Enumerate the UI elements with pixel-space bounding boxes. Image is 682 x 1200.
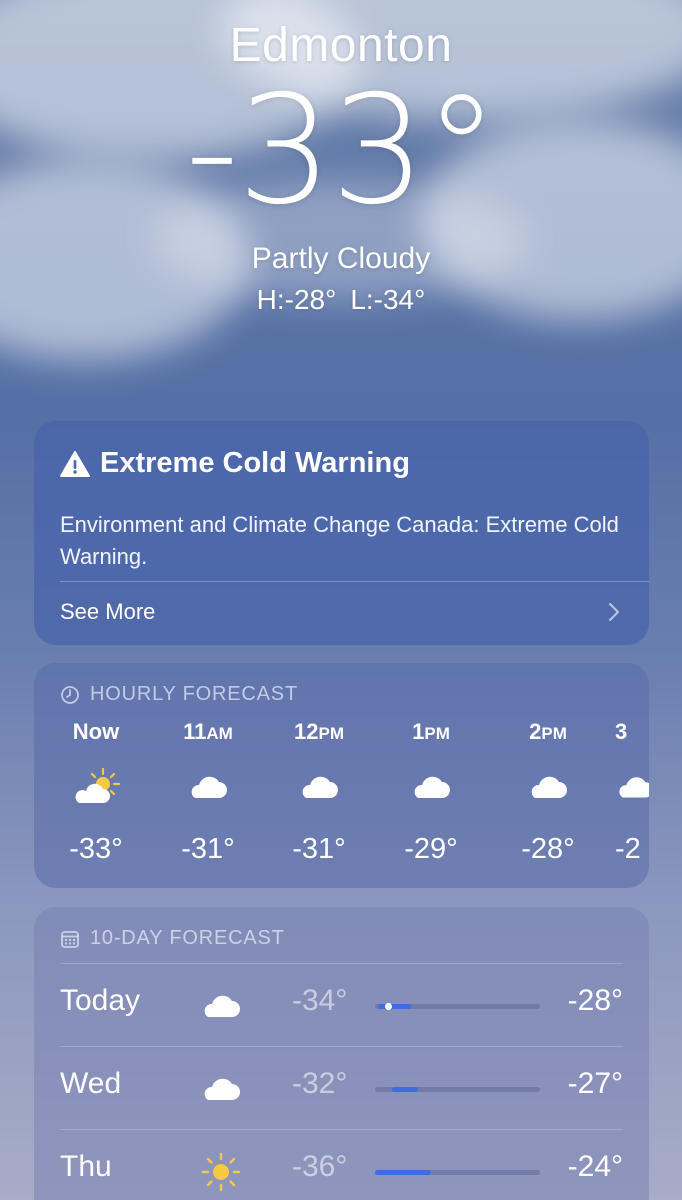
day-high-temp: -28° [567,984,623,1017]
hour-label: 3 [615,719,628,744]
chevron-right-icon [608,602,620,622]
hour-label: Now [72,719,120,744]
hour-label: 11AM [183,719,233,744]
cloud-icon [191,776,227,798]
cloud-icon [204,995,240,1017]
day-row-thu[interactable]: Thu -36° -24° [60,1130,623,1200]
hour-temp: -2 [615,833,641,865]
alert-body: Environment and Climate Change Canada: E… [60,512,619,569]
temperature-range-fill [391,1087,418,1092]
warning-triangle-icon [60,450,90,477]
day-low-temp: -32° [292,1067,348,1100]
hourly-forecast-header: HOURLY FORECAST [60,683,298,706]
partly-cloudy-icon [75,767,121,803]
alert-title: Extreme Cold Warning [100,447,410,479]
day-high-temp: -27° [567,1067,623,1100]
hour-temp: -29° [404,833,458,865]
day-name: Wed [60,1067,122,1100]
weather-alert-card[interactable]: Extreme Cold Warning Environment and Cli… [34,421,649,645]
hour-item: 1PM -29° [386,719,476,866]
ten-day-forecast-title: 10-DAY FORECAST [90,927,285,949]
hour-label: 12PM [294,719,344,744]
day-low-temp: -36° [292,1150,348,1183]
cloud-icon [531,776,567,798]
temperature-range-bar [375,1170,540,1175]
alert-title-row: Extreme Cold Warning [60,447,410,480]
day-name: Thu [60,1150,112,1183]
temperature-range-fill [375,1170,432,1175]
hourly-forecast-card[interactable]: HOURLY FORECAST Now -33° 11AM -31° 12PM [34,663,649,888]
ten-day-forecast-card[interactable]: 10-DAY FORECAST Today -34° -28° Wed -32°… [34,907,649,1200]
calendar-icon [61,930,79,948]
hour-temp: -33° [69,833,123,865]
hour-item: 12PM -31° [274,719,364,866]
cloud-icon [204,1078,240,1100]
cloud-icon [619,777,649,798]
high-temp: H:-28° [256,284,337,315]
temperature-range-bar [375,1087,540,1092]
low-temp: L:-34° [350,284,426,315]
day-row-wed[interactable]: Wed -32° -27° [60,1047,623,1129]
ten-day-forecast-header: 10-DAY FORECAST [60,927,285,950]
cloud-icon [302,776,338,798]
hour-item-now: Now -33° [51,719,141,866]
hourly-forecast-title: HOURLY FORECAST [90,683,298,705]
temperature-range-bar [375,1003,540,1010]
day-high-temp: -24° [567,1150,623,1183]
clock-icon [61,685,79,704]
hour-temp: -31° [292,833,346,865]
hour-item: 2PM -28° [503,719,593,866]
hour-item: 11AM -31° [163,719,253,866]
cloud-icon [414,776,450,798]
day-low-temp: -34° [292,984,348,1017]
hour-temp: -28° [521,833,575,865]
see-more-button[interactable]: See More [34,581,649,645]
sun-icon [201,1152,241,1192]
temperature-range-fill [378,1004,412,1009]
day-name: Today [60,984,141,1017]
day-row-today[interactable]: Today -34° -28° [60,964,623,1046]
hour-item-partial: 3 -2 [615,719,649,866]
current-temperature: -33° [185,64,499,238]
hour-temp: -31° [181,833,235,865]
hour-label: 1PM [412,719,450,744]
high-low: H:-28° L:-34° [0,284,682,316]
current-condition: Partly Cloudy [251,242,431,275]
hour-label: 2PM [529,719,567,744]
see-more-label: See More [60,599,156,624]
